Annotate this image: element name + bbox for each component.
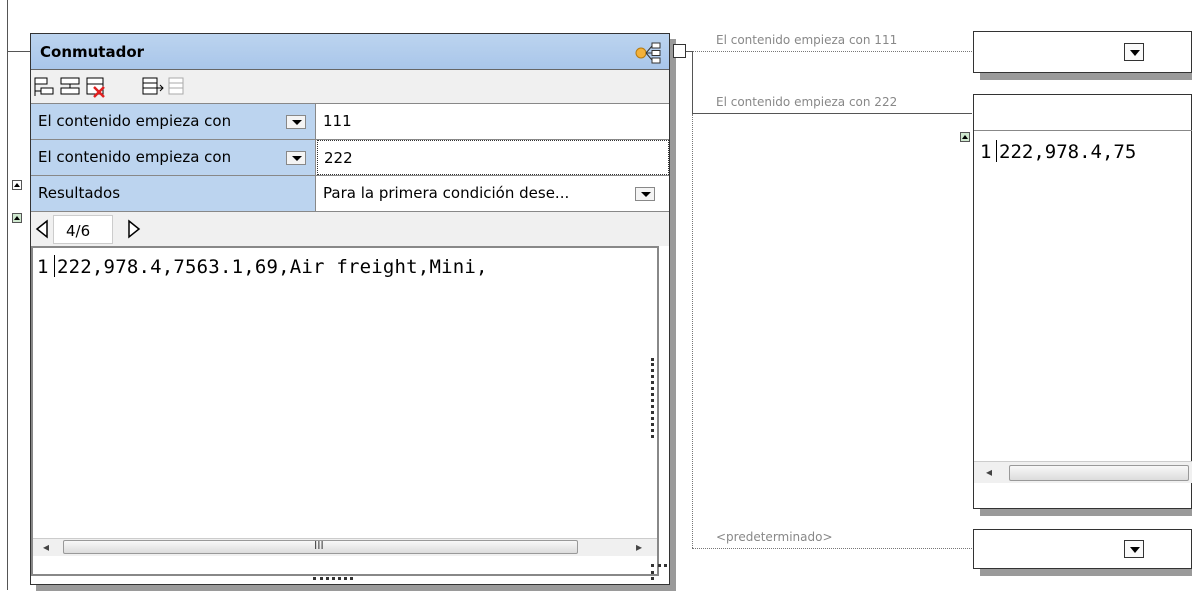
line-number: 1 [37, 256, 49, 278]
condition-row-1: El contenido empieza con 111 [31, 104, 669, 140]
connector-cond2-h [692, 113, 972, 114]
move-condition-disabled-icon [168, 77, 184, 95]
condition-1-label: El contenido empieza con [38, 112, 232, 130]
target-2-collapse-icon[interactable] [960, 132, 970, 142]
data-preview-editor[interactable]: 1 222,978.4,7563.1,69,Air freight,Mini, … [31, 246, 659, 576]
results-dropdown-icon[interactable] [635, 187, 655, 201]
line-number-divider [54, 255, 55, 277]
target-2-scroll-left-icon[interactable]: ◂ [986, 465, 992, 479]
condition-2-label: El contenido empieza con [38, 148, 232, 166]
connector-default-h [692, 548, 972, 549]
corner-resize-grip[interactable] [651, 564, 667, 580]
connector-cond1-h [692, 51, 972, 52]
switch-component[interactable]: Conmutador El contenido empieza con 111 … [30, 33, 670, 585]
horizontal-scrollbar[interactable]: ◂ III ▸ [33, 538, 657, 556]
condition-1-dropdown-icon[interactable] [286, 115, 306, 129]
delete-condition-icon[interactable] [85, 76, 109, 98]
cond1-output-label: El contenido empieza con 111 [716, 33, 898, 47]
condition-1-value-text: 111 [323, 112, 352, 130]
move-condition-icon[interactable] [141, 76, 165, 98]
output-connector-box [673, 44, 686, 58]
condition-row-2: El contenido empieza con 222 [31, 140, 669, 176]
target-2-line-divider [996, 140, 997, 162]
target-2-scroll-thumb[interactable] [1009, 465, 1189, 481]
scrollbar-thumb[interactable]: III [63, 539, 578, 554]
target-2-line-number: 1 [980, 141, 992, 163]
left-connector-stub [7, 51, 30, 52]
page-indicator: 4/6 [53, 215, 113, 244]
target-2-hscrollbar[interactable]: ◂ [974, 461, 1192, 483]
insert-condition-before-icon[interactable] [33, 76, 57, 98]
default-output-label: <predeterminado> [716, 530, 833, 544]
pager: 4/6 [31, 212, 669, 246]
condition-1-value[interactable]: 111 [317, 104, 669, 139]
target-2-box[interactable]: 1 222,978.4,75 ◂ [973, 94, 1192, 509]
scroll-left-icon[interactable]: ◂ [43, 540, 49, 554]
results-value: Para la primera condición dese... [323, 184, 570, 202]
results-select[interactable]: Para la primera condición dese... [317, 176, 669, 211]
switch-titlebar[interactable]: Conmutador [31, 34, 669, 70]
vertical-resize-grip[interactable] [651, 358, 656, 438]
results-label: Resultados [38, 184, 121, 202]
results-row: Resultados Para la primera condición des… [31, 176, 669, 212]
switch-type-icon [635, 42, 661, 64]
results-label-cell: Resultados [31, 176, 316, 211]
target-2-header [974, 95, 1192, 131]
cond2-output-label: El contenido empieza con 222 [716, 95, 898, 109]
page-indicator-text: 4/6 [66, 222, 91, 240]
target-default-dropdown-icon[interactable] [1124, 540, 1144, 558]
switch-toolbar [31, 70, 669, 104]
collapse-results-icon[interactable] [12, 180, 22, 190]
previous-page-icon[interactable] [35, 219, 49, 239]
collapse-preview-icon[interactable] [12, 213, 22, 223]
editor-text: 222,978.4,7563.1,69,Air freight,Mini, [57, 256, 488, 278]
condition-2-dropdown-icon[interactable] [286, 151, 306, 165]
next-page-icon[interactable] [127, 219, 141, 239]
target-1-box[interactable] [973, 31, 1192, 73]
bottom-resize-grip[interactable] [313, 577, 353, 580]
target-default-box[interactable] [973, 529, 1192, 569]
condition-2-value[interactable]: 222 [317, 140, 669, 175]
left-connector-vertical [7, 0, 8, 590]
insert-condition-after-icon[interactable] [59, 76, 83, 98]
scrollbar-grip-icon: III [314, 539, 324, 552]
scroll-right-icon[interactable]: ▸ [636, 540, 642, 554]
condition-2-value-text: 222 [324, 149, 353, 167]
condition-1-type[interactable]: El contenido empieza con [31, 104, 316, 139]
connector-default-v [692, 114, 693, 548]
switch-title: Conmutador [40, 43, 145, 61]
condition-2-type[interactable]: El contenido empieza con [31, 140, 316, 175]
target-2-preview-text: 222,978.4,75 [999, 141, 1137, 163]
target-1-dropdown-icon[interactable] [1124, 43, 1144, 61]
connector-cond2-v [692, 51, 693, 113]
